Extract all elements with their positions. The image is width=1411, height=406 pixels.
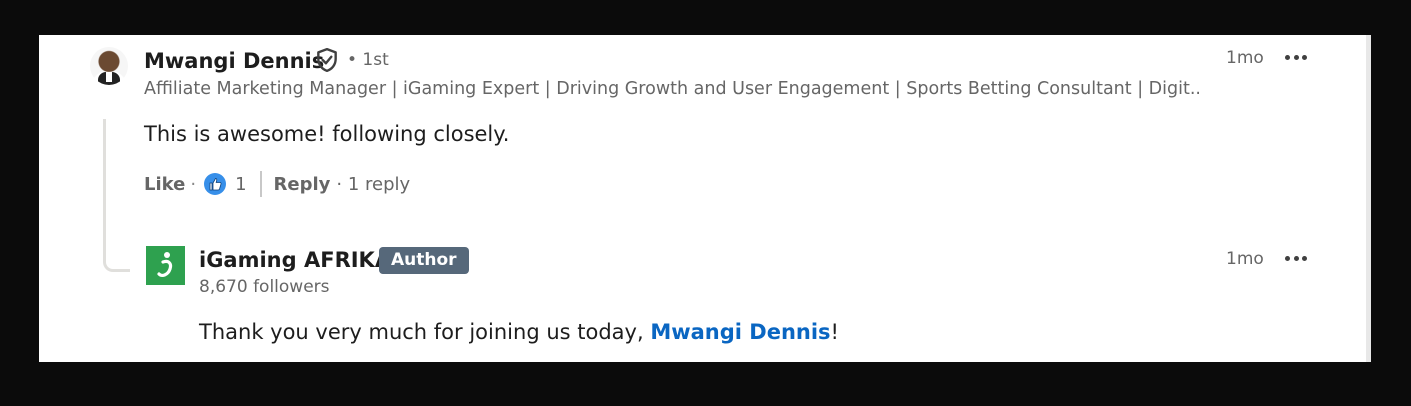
comment-actions: Like · 1 Reply · 1 reply: [144, 171, 410, 197]
author-badge: Author: [379, 247, 469, 274]
thread-connector-line: [103, 119, 130, 272]
thumbs-up-glyph: [209, 178, 222, 191]
ellipsis-dot: [1285, 54, 1290, 60]
action-divider: [259, 171, 262, 197]
connection-degree: • 1st: [347, 50, 389, 70]
reaction-count[interactable]: 1: [235, 174, 246, 195]
reply-text-before: Thank you very much for joining us today…: [199, 320, 651, 344]
ellipsis-icon[interactable]: [1285, 44, 1307, 70]
thumbs-up-icon[interactable]: [204, 173, 227, 195]
commenter-name[interactable]: Mwangi Dennis: [144, 49, 324, 73]
comment-timestamp: 1mo: [1226, 48, 1264, 68]
ellipsis-dot: [1302, 255, 1307, 261]
shield-check-icon: [317, 47, 337, 73]
ellipsis-icon[interactable]: [1285, 245, 1307, 271]
reply-timestamp: 1mo: [1226, 249, 1264, 269]
commenter-headline: Affiliate Marketing Manager | iGaming Ex…: [144, 79, 1199, 99]
avatar-collar: [106, 72, 112, 82]
follower-count: 8,670 followers: [199, 277, 330, 297]
reply-text-after: !: [830, 320, 839, 344]
commenter-avatar[interactable]: [90, 47, 128, 85]
ellipsis-dot: [1293, 255, 1299, 261]
reply-text: Thank you very much for joining us today…: [199, 320, 839, 344]
comments-panel: Mwangi Dennis • 1st Affiliate Marketing …: [39, 35, 1371, 362]
like-button[interactable]: Like: [144, 174, 185, 195]
reply-button[interactable]: Reply: [274, 174, 331, 195]
replies-count-link[interactable]: · 1 reply: [336, 174, 410, 195]
mention-link[interactable]: Mwangi Dennis: [650, 320, 830, 344]
ellipsis-dot: [1302, 54, 1307, 60]
ellipsis-dot: [1285, 255, 1290, 261]
reply-author-name[interactable]: iGaming AFRIKA: [199, 248, 391, 272]
action-separator-dot: ·: [190, 173, 197, 195]
ellipsis-dot: [1293, 54, 1299, 60]
comment-text: This is awesome! following closely.: [144, 122, 510, 146]
igaming-afrika-logo[interactable]: [146, 246, 185, 285]
igaming-afrika-logo-glyph: [156, 251, 172, 277]
